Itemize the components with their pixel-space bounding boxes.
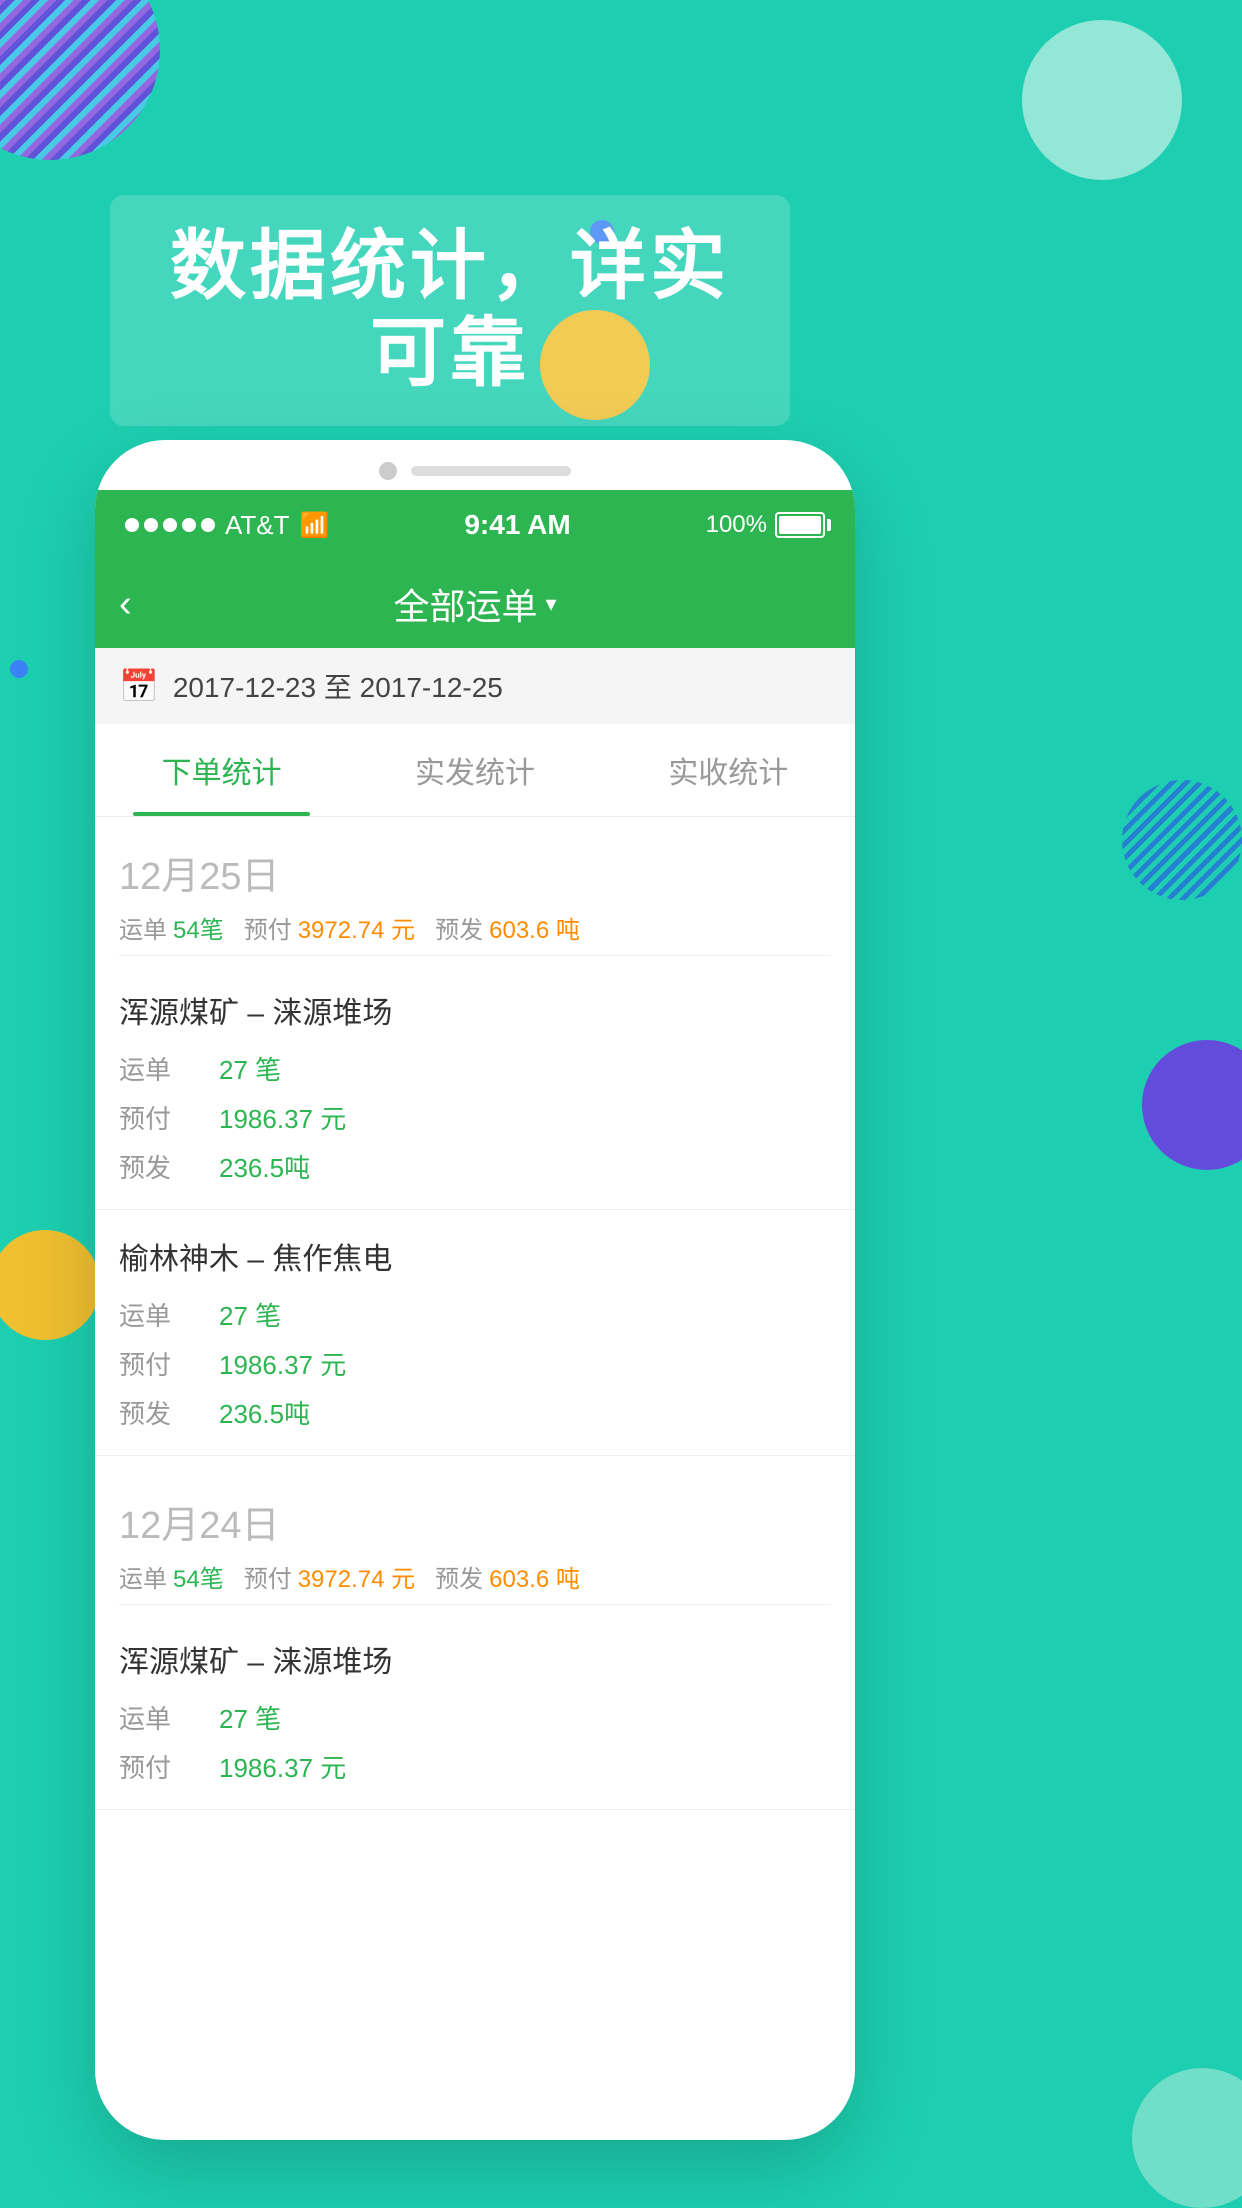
bg-decor-stripes-circle bbox=[0, 0, 160, 160]
bg-decor-purple-circle bbox=[1142, 1040, 1242, 1170]
summary-preship-value-2: 603.6 吨 bbox=[489, 1559, 580, 1594]
stat-row-prepay-1-1: 预付 1986.37 元 bbox=[119, 1099, 831, 1136]
stat-row-order-2-1: 运单 27 笔 bbox=[119, 1699, 831, 1736]
bg-decor-blue-dot-left bbox=[10, 660, 28, 678]
stat-value-prepay-2-1: 1986.37 元 bbox=[219, 1748, 346, 1785]
stat-label-prepay-1-2: 预付 bbox=[119, 1345, 219, 1382]
route-name-1-2: 榆林神木 – 焦作焦电 bbox=[119, 1234, 831, 1278]
status-left: AT&T 📶 bbox=[125, 510, 329, 541]
route-stats-2-1: 运单 27 笔 预付 1986.37 元 bbox=[119, 1699, 831, 1785]
date-group-2-header: 12月24日 运单 54笔 预付 3972.74 元 预发 603.6 吨 bbox=[95, 1466, 855, 1613]
summary-preship-value-1: 603.6 吨 bbox=[489, 910, 580, 945]
signal-dot-3 bbox=[163, 518, 177, 532]
signal-dot-2 bbox=[144, 518, 158, 532]
summary-preship-label-1: 预发 bbox=[435, 910, 483, 945]
stat-row-order-1-2: 运单 27 笔 bbox=[119, 1296, 831, 1333]
route-item-2-1: 浑源煤矿 – 涞源堆场 运单 27 笔 预付 1986.37 元 bbox=[95, 1613, 855, 1810]
content-area: 12月25日 运单 54笔 预付 3972.74 元 预发 603.6 吨 浑源… bbox=[95, 817, 855, 1810]
nav-title-area: 全部运单 ▾ bbox=[393, 578, 556, 630]
calendar-icon: 📅 bbox=[119, 667, 159, 705]
stat-label-order-1-1: 运单 bbox=[119, 1050, 219, 1087]
status-carrier: AT&T bbox=[225, 510, 290, 541]
bg-decor-yellow-left bbox=[0, 1230, 100, 1340]
stat-label-order-1-2: 运单 bbox=[119, 1296, 219, 1333]
stat-row-prepay-1-2: 预付 1986.37 元 bbox=[119, 1345, 831, 1382]
route-name-2-1: 浑源煤矿 – 涞源堆场 bbox=[119, 1637, 831, 1681]
stat-row-order-1-1: 运单 27 笔 bbox=[119, 1050, 831, 1087]
stat-value-preship-1-1: 236.5吨 bbox=[219, 1148, 310, 1185]
summary-prepay-value-2: 3972.74 元 bbox=[298, 1559, 415, 1594]
date-group-1-title: 12月25日 bbox=[119, 845, 831, 900]
stat-label-preship-1-2: 预发 bbox=[119, 1394, 219, 1431]
battery-percentage: 100% bbox=[706, 511, 767, 539]
stat-value-order-2-1: 27 笔 bbox=[219, 1699, 281, 1736]
stat-value-order-1-1: 27 笔 bbox=[219, 1050, 281, 1087]
date-filter-bar[interactable]: 📅 2017-12-23 至 2017-12-25 bbox=[95, 648, 855, 724]
headline-box: 数据统计，详实可靠 bbox=[110, 195, 790, 426]
phone-mockup: AT&T 📶 9:41 AM 100% ‹ 全部运单 ▾ 📅 2017-12-2… bbox=[95, 440, 855, 2140]
signal-dots bbox=[125, 518, 215, 532]
tab-order-stats[interactable]: 下单统计 bbox=[95, 724, 348, 816]
date-group-2-summary: 运单 54笔 预付 3972.74 元 预发 603.6 吨 bbox=[119, 1559, 831, 1605]
back-button[interactable]: ‹ bbox=[119, 583, 132, 626]
date-group-1-summary: 运单 54笔 预付 3972.74 元 预发 603.6 吨 bbox=[119, 910, 831, 956]
battery-icon bbox=[775, 512, 825, 538]
status-right: 100% bbox=[706, 511, 825, 539]
stat-label-preship-1-1: 预发 bbox=[119, 1148, 219, 1185]
nav-title-text: 全部运单 bbox=[393, 578, 537, 630]
stat-row-preship-1-1: 预发 236.5吨 bbox=[119, 1148, 831, 1185]
nav-bar: ‹ 全部运单 ▾ bbox=[95, 560, 855, 648]
route-name-1-1: 浑源煤矿 – 涞源堆场 bbox=[119, 988, 831, 1032]
signal-dot-5 bbox=[201, 518, 215, 532]
date-range-text: 2017-12-23 至 2017-12-25 bbox=[173, 666, 503, 706]
summary-preship-label-2: 预发 bbox=[435, 1559, 483, 1594]
signal-dot-1 bbox=[125, 518, 139, 532]
route-item-1-2: 榆林神木 – 焦作焦电 运单 27 笔 预付 1986.37 元 预发 236.… bbox=[95, 1210, 855, 1456]
tabs-container: 下单统计 实发统计 实收统计 bbox=[95, 724, 855, 817]
stat-label-prepay-1-1: 预付 bbox=[119, 1099, 219, 1136]
phone-speaker-bar bbox=[411, 466, 571, 476]
bg-decor-mint-br bbox=[1132, 2068, 1242, 2208]
stat-row-preship-1-2: 预发 236.5吨 bbox=[119, 1394, 831, 1431]
stat-value-prepay-1-2: 1986.37 元 bbox=[219, 1345, 346, 1382]
bg-decor-stripes-right bbox=[1122, 780, 1242, 900]
date-group-1-header: 12月25日 运单 54笔 预付 3972.74 元 预发 603.6 吨 bbox=[95, 817, 855, 964]
summary-order-label-2: 运单 bbox=[119, 1559, 167, 1594]
stat-label-prepay-2-1: 预付 bbox=[119, 1748, 219, 1785]
summary-order-value-1: 54笔 bbox=[173, 910, 224, 945]
tab-ship-stats[interactable]: 实发统计 bbox=[348, 724, 601, 816]
stat-row-prepay-2-1: 预付 1986.37 元 bbox=[119, 1748, 831, 1785]
bg-decor-mint-circle bbox=[1022, 20, 1182, 180]
summary-order-value-2: 54笔 bbox=[173, 1559, 224, 1594]
stat-value-prepay-1-1: 1986.37 元 bbox=[219, 1099, 346, 1136]
phone-camera-dot bbox=[379, 462, 397, 480]
summary-prepay-label-1: 预付 bbox=[244, 910, 292, 945]
tab-receive-stats[interactable]: 实收统计 bbox=[602, 724, 855, 816]
nav-dropdown-icon[interactable]: ▾ bbox=[545, 591, 556, 617]
signal-dot-4 bbox=[182, 518, 196, 532]
headline-text: 数据统计，详实可靠 bbox=[150, 223, 750, 398]
route-stats-1-1: 运单 27 笔 预付 1986.37 元 预发 236.5吨 bbox=[119, 1050, 831, 1185]
status-bar: AT&T 📶 9:41 AM 100% bbox=[95, 490, 855, 560]
stat-label-order-2-1: 运单 bbox=[119, 1699, 219, 1736]
phone-top-bar bbox=[95, 440, 855, 480]
date-group-2-title: 12月24日 bbox=[119, 1494, 831, 1549]
status-time: 9:41 AM bbox=[464, 509, 570, 541]
summary-prepay-value-1: 3972.74 元 bbox=[298, 910, 415, 945]
battery-fill bbox=[779, 516, 821, 534]
route-stats-1-2: 运单 27 笔 预付 1986.37 元 预发 236.5吨 bbox=[119, 1296, 831, 1431]
stat-value-order-1-2: 27 笔 bbox=[219, 1296, 281, 1333]
stat-value-preship-1-2: 236.5吨 bbox=[219, 1394, 310, 1431]
summary-prepay-label-2: 预付 bbox=[244, 1559, 292, 1594]
wifi-icon: 📶 bbox=[300, 511, 330, 540]
route-item-1-1: 浑源煤矿 – 涞源堆场 运单 27 笔 预付 1986.37 元 预发 236.… bbox=[95, 964, 855, 1210]
summary-order-label-1: 运单 bbox=[119, 910, 167, 945]
